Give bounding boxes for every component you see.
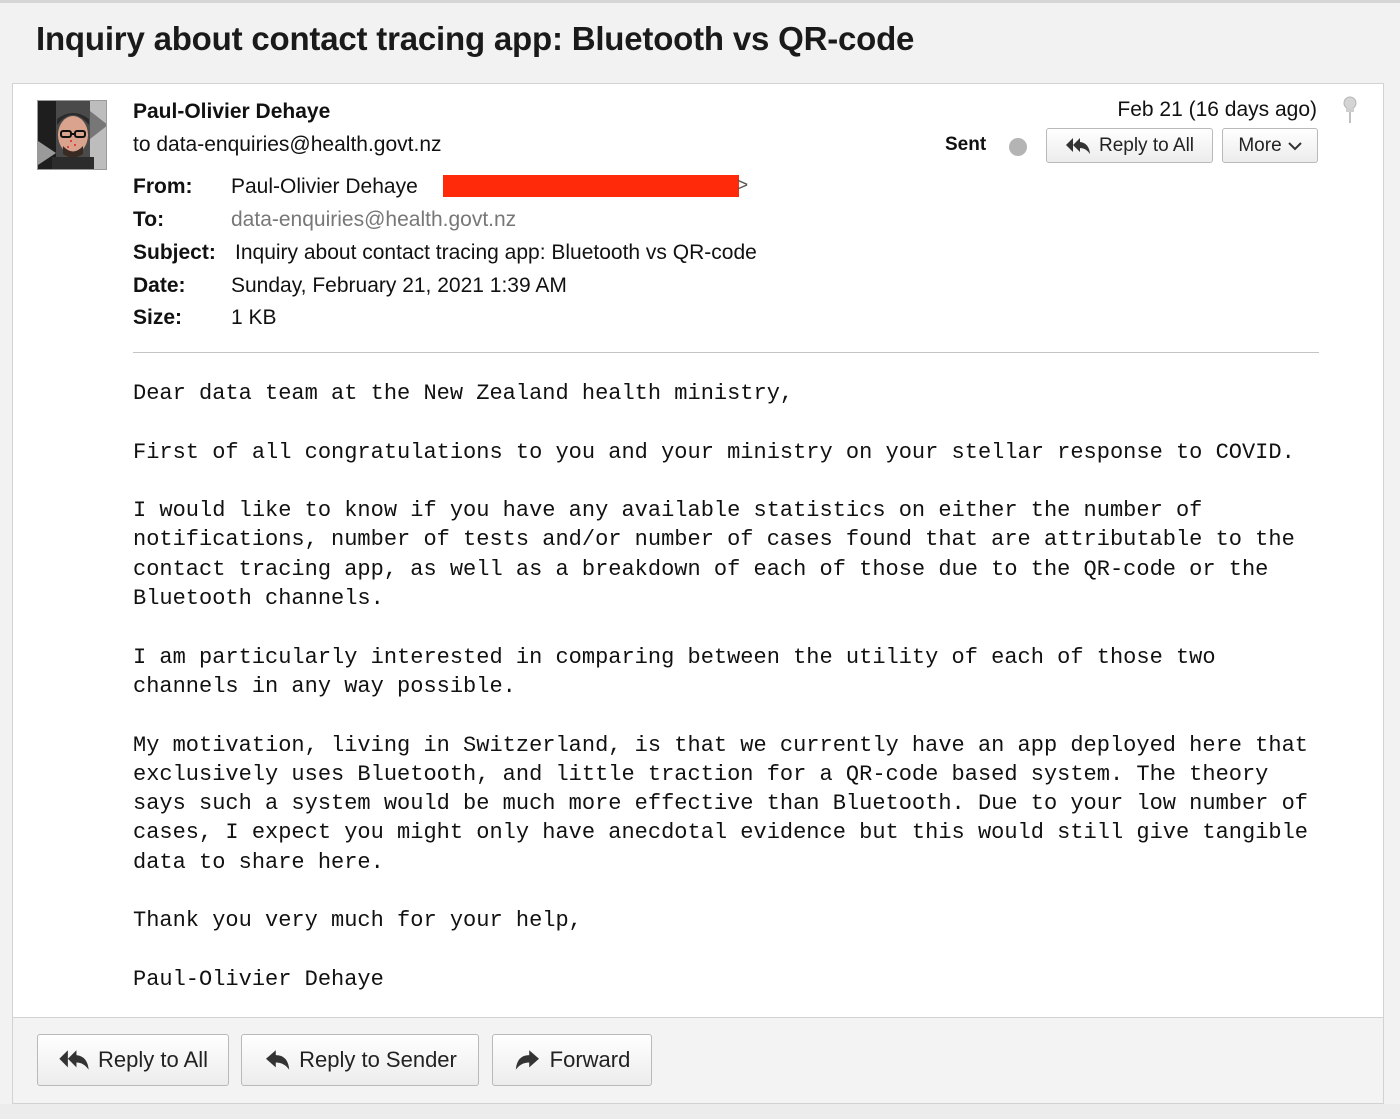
header-separator xyxy=(133,352,1319,353)
sender-name[interactable]: Paul-Olivier Dehaye xyxy=(133,100,330,124)
reply-icon xyxy=(263,1049,291,1071)
from-label: From: xyxy=(133,175,193,198)
reply-all-button-bottom[interactable]: Reply to All xyxy=(37,1034,229,1086)
reply-all-icon xyxy=(1065,137,1091,155)
subject-value: Inquiry about contact tracing app: Bluet… xyxy=(235,241,757,264)
more-label: More xyxy=(1238,134,1282,156)
from-address-tail: > xyxy=(737,175,749,196)
reply-all-label-bottom: Reply to All xyxy=(97,1047,209,1072)
to-label: To: xyxy=(133,208,165,231)
redaction-bar xyxy=(443,175,739,197)
date-value: Sunday, February 21, 2021 1:39 AM xyxy=(231,274,567,297)
date-label: Date: xyxy=(133,274,186,297)
to-value[interactable]: data-enquiries@health.govt.nz xyxy=(231,208,516,232)
date-short: Feb 21 (16 days ago) xyxy=(1117,98,1317,121)
window-top-border xyxy=(0,0,1400,3)
pin-icon[interactable] xyxy=(1341,96,1359,124)
status-label: Sent xyxy=(945,134,987,155)
sender-avatar[interactable] xyxy=(37,100,107,170)
chevron-down-icon xyxy=(1287,141,1302,151)
forward-label: Forward xyxy=(549,1047,631,1072)
forward-button[interactable]: Forward xyxy=(492,1034,652,1086)
more-button[interactable]: More xyxy=(1222,128,1318,163)
from-value[interactable]: Paul-Olivier Dehaye xyxy=(231,175,418,199)
message-panel: Paul-Olivier Dehaye to data-enquiries@he… xyxy=(12,83,1384,1018)
recipient-summary: to data-enquiries@health.govt.nz xyxy=(133,133,442,156)
reply-sender-button[interactable]: Reply to Sender xyxy=(241,1034,479,1086)
window-bottom-border xyxy=(0,1104,1400,1119)
reply-all-label-top: Reply to All xyxy=(1098,134,1195,156)
status-dot xyxy=(1009,138,1027,156)
reply-all-button-top[interactable]: Reply to All xyxy=(1046,128,1213,163)
size-label: Size: xyxy=(133,306,183,329)
subject-title: Inquiry about contact tracing app: Bluet… xyxy=(36,20,915,57)
forward-icon xyxy=(514,1049,542,1071)
reply-sender-label: Reply to Sender xyxy=(299,1047,457,1072)
size-value: 1 KB xyxy=(231,306,277,329)
reply-all-icon xyxy=(58,1049,90,1071)
subject-label: Subject: xyxy=(133,241,216,264)
message-body: Dear data team at the New Zealand health… xyxy=(133,381,1308,992)
